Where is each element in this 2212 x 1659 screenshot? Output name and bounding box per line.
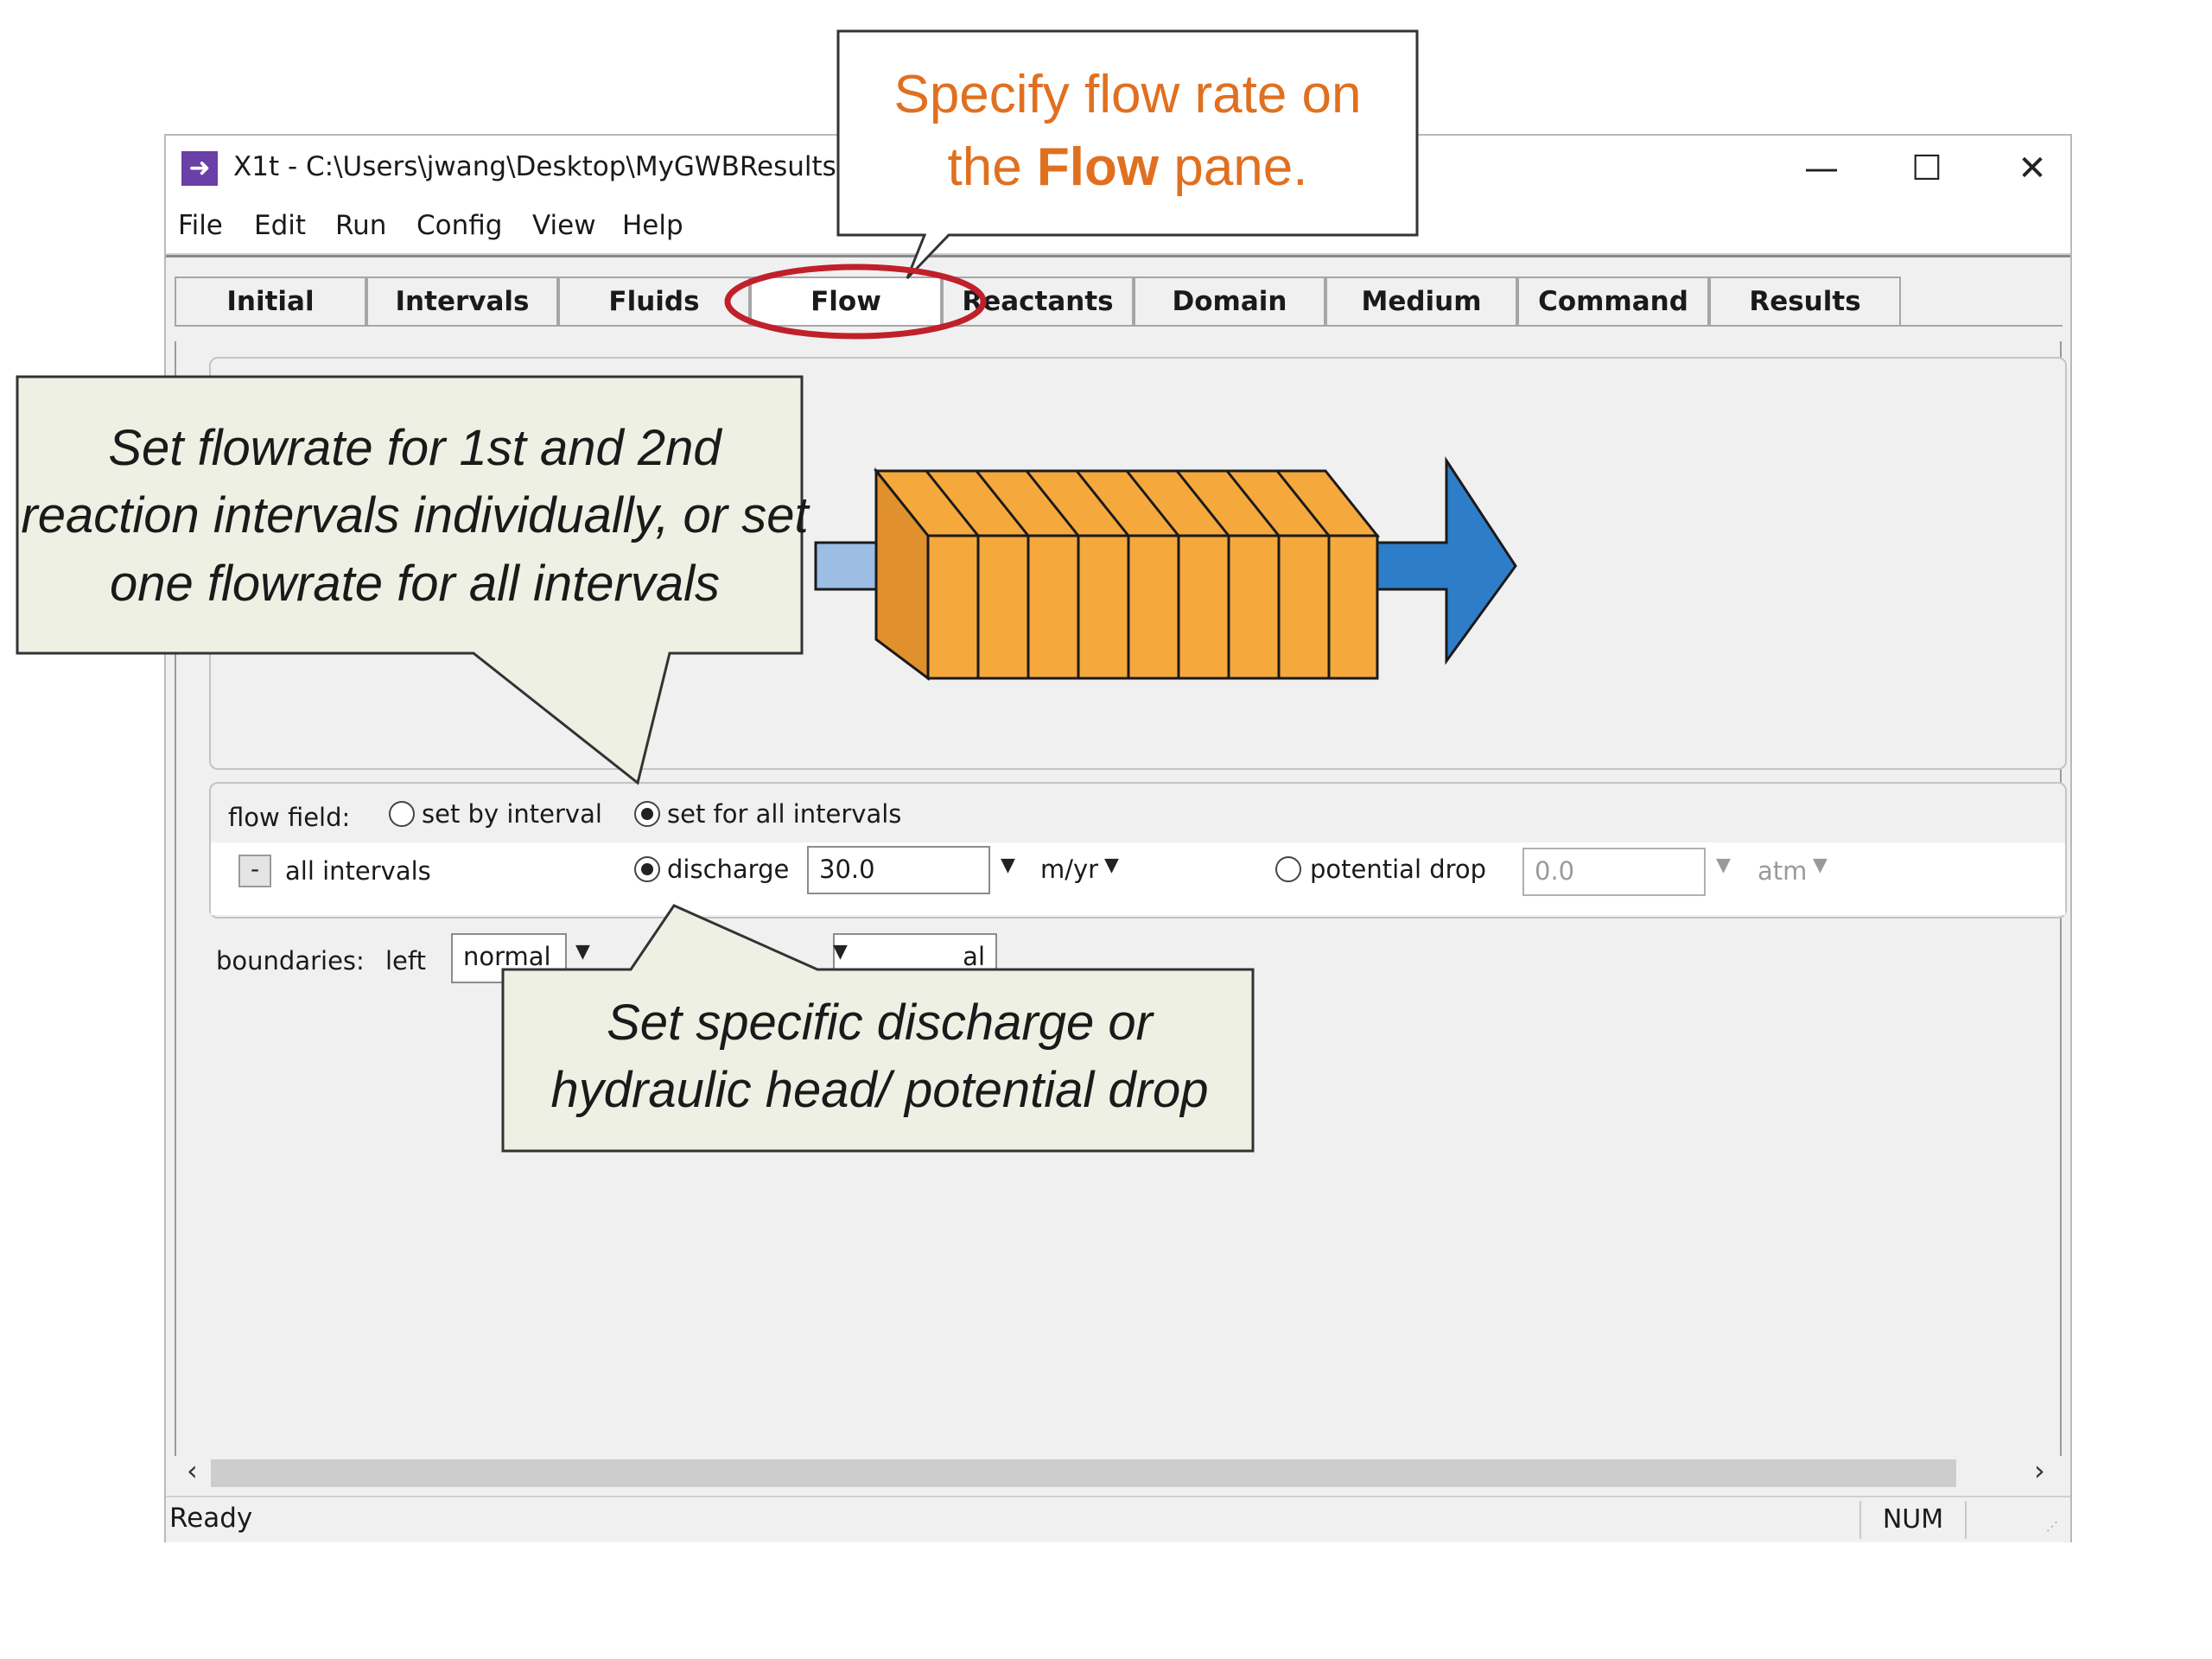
flow-tab-highlight [724,264,987,340]
callout-flow-pane-line1: Specify flow rate on [893,65,1362,124]
callout-flow-pane-end: pane. [1159,137,1308,197]
callout-flow-pane-the: the [947,137,1037,197]
annotation-layer [16,29,1419,1153]
callout-flowrate-text: Set flowrate for 1st and 2nd reaction in… [21,420,809,612]
callout-flow-pane-bold: Flow [1036,137,1160,197]
callout-discharge-text: Set specific discharge or hydraulic head… [550,995,1209,1119]
callout-flow-pane-text: Specify flow rate on the Flow pane. [842,59,1413,203]
